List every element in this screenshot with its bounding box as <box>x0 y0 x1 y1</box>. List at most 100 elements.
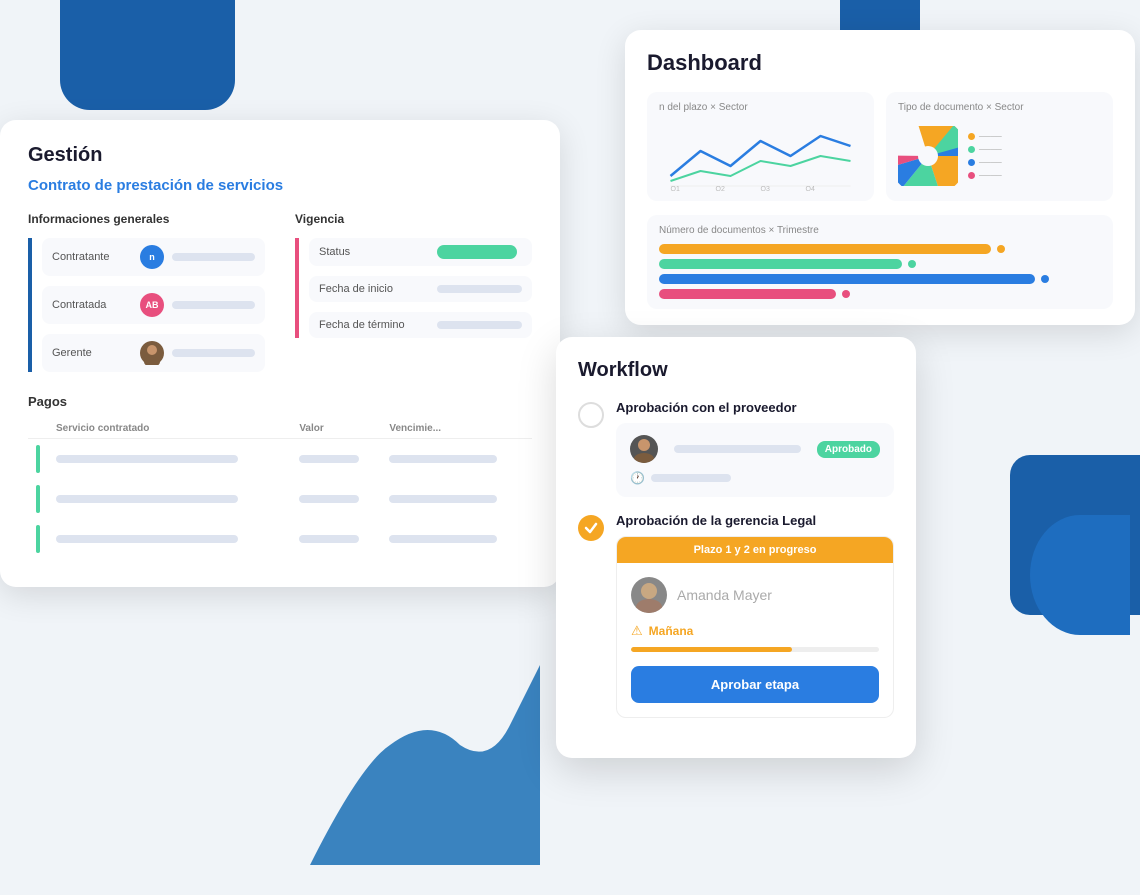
status-label: Status <box>319 246 429 258</box>
contract-name: Contrato de prestación de servicios <box>28 177 532 194</box>
col-header-valor: Valor <box>291 419 381 439</box>
gestion-sections: Informaciones generales Contratante n Co… <box>28 212 532 372</box>
step-2-content: Aprobación de la gerencia Legal Plazo 1 … <box>616 513 894 718</box>
row-indicator-3 <box>36 525 40 553</box>
contratada-label: Contratada <box>52 299 132 311</box>
col-header-servicio: Servicio contratado <box>48 419 291 439</box>
row-servicio-1 <box>56 455 238 463</box>
user-row: Amanda Mayer <box>617 577 893 613</box>
contratada-avatar: AB <box>140 293 164 317</box>
fecha-inicio-row: Fecha de inicio <box>309 276 532 302</box>
decorative-blob-mid-right <box>1030 515 1130 635</box>
step-1-name: Aprobación con el proveedor <box>616 400 894 415</box>
progress-header: Plazo 1 y 2 en progreso <box>617 537 893 563</box>
gerente-label: Gerente <box>52 347 132 359</box>
warning-icon: ⚠ <box>631 623 643 639</box>
row-valor-1 <box>299 455 358 463</box>
vigencia-section-title: Vigencia <box>295 212 532 226</box>
svg-text:Q2: Q2 <box>716 186 725 191</box>
svg-text:Q4: Q4 <box>806 186 815 191</box>
workflow-title: Workflow <box>578 359 894 382</box>
fecha-termino-bar <box>437 321 522 329</box>
fecha-inicio-label: Fecha de inicio <box>319 283 429 295</box>
approver-avatar-1 <box>630 435 658 463</box>
warning-row: ⚠ Mañana <box>617 623 893 639</box>
contratada-bar <box>172 301 255 309</box>
contratante-avatar: n <box>140 245 164 269</box>
gerente-row: Gerente <box>42 334 265 372</box>
pagos-title: Pagos <box>28 394 532 409</box>
bar-chart-label: Número de documentos × Trimestre <box>659 225 1101 236</box>
bar-row-1 <box>659 244 1101 254</box>
user-avatar <box>631 577 667 613</box>
pie-chart-area: ──── ──── ──── ──── <box>898 121 1101 191</box>
pie-chart-box: Tipo de documento × Sector ──── ──── ───… <box>886 92 1113 201</box>
row-venc-1 <box>389 455 497 463</box>
status-row: Status <box>309 238 532 266</box>
vigencia-section: Vigencia Status Fecha de inicio Fecha de… <box>295 212 532 372</box>
line-chart-label: n del plazo × Sector <box>659 102 862 113</box>
contratada-row: Contratada AB <box>42 286 265 324</box>
bar-row-4 <box>659 289 1101 299</box>
fecha-inicio-bar <box>437 285 522 293</box>
workflow-step-2: Aprobación de la gerencia Legal Plazo 1 … <box>578 513 894 718</box>
time-row: 🕐 <box>630 471 880 485</box>
gerente-avatar <box>140 341 164 365</box>
row-venc-3 <box>389 535 497 543</box>
gestion-title: Gestión <box>28 144 532 167</box>
charts-top-row: n del plazo × Sector Q1 Q2 Q3 Q4 Tipo de… <box>647 92 1113 201</box>
user-name: Amanda Mayer <box>677 587 772 603</box>
row-valor-2 <box>299 495 358 503</box>
progress-bar-wrap <box>631 647 879 652</box>
approval-row: Aprobado <box>630 435 880 463</box>
svg-text:Q3: Q3 <box>761 186 770 191</box>
time-bar <box>651 474 731 482</box>
bar-row-3 <box>659 274 1101 284</box>
svg-text:Q1: Q1 <box>671 186 680 191</box>
workflow-step-1: Aprobación con el proveedor Aprobado 🕐 <box>578 400 894 497</box>
pie-chart-label: Tipo de documento × Sector <box>898 102 1101 113</box>
step-1-content: Aprobación con el proveedor Aprobado 🕐 <box>616 400 894 497</box>
info-section: Informaciones generales Contratante n Co… <box>28 212 265 372</box>
warning-text: Mañana <box>649 624 694 638</box>
approval-box-1: Aprobado 🕐 <box>616 423 894 497</box>
pagos-row-3 <box>28 519 532 559</box>
pagos-section: Pagos Servicio contratado Valor Vencimie… <box>28 394 532 559</box>
pie-legend: ──── ──── ──── ──── <box>968 132 1002 180</box>
line-chart-area: Q1 Q2 Q3 Q4 <box>659 121 862 191</box>
progress-bar-fill <box>631 647 792 652</box>
row-venc-2 <box>389 495 497 503</box>
step-1-icon <box>578 402 604 428</box>
col-header-indicator <box>28 419 48 439</box>
approved-badge: Aprobado <box>817 441 880 458</box>
dashboard-card: Dashboard n del plazo × Sector Q1 Q2 Q3 … <box>625 30 1135 325</box>
bar-chart-area <box>659 244 1101 299</box>
bar-chart-box: Número de documentos × Trimestre <box>647 215 1113 309</box>
col-header-vencimiento: Vencimie... <box>381 419 532 439</box>
info-section-title: Informaciones generales <box>28 212 265 226</box>
row-indicator-1 <box>36 445 40 473</box>
step-2-name: Aprobación de la gerencia Legal <box>616 513 894 528</box>
info-card-inner: Contratante n Contratada AB Gerente <box>28 238 265 372</box>
line-chart-box: n del plazo × Sector Q1 Q2 Q3 Q4 <box>647 92 874 201</box>
dashboard-title: Dashboard <box>647 50 1113 76</box>
gestion-card: Gestión Contrato de prestación de servic… <box>0 120 560 587</box>
gerente-bar <box>172 349 255 357</box>
workflow-card: Workflow Aprobación con el proveedor Apr… <box>556 337 916 758</box>
fecha-termino-label: Fecha de término <box>319 319 429 331</box>
clock-icon: 🕐 <box>630 471 645 485</box>
check-icon <box>583 520 599 536</box>
pagos-row-2 <box>28 479 532 519</box>
step-2-icon <box>578 515 604 541</box>
approve-etapa-button[interactable]: Aprobar etapa <box>631 666 879 703</box>
row-servicio-3 <box>56 535 238 543</box>
contratante-label: Contratante <box>52 251 132 263</box>
row-indicator-2 <box>36 485 40 513</box>
row-servicio-2 <box>56 495 238 503</box>
bar-row-2 <box>659 259 1101 269</box>
decorative-map-blob <box>310 665 540 865</box>
vigencia-card-inner: Status Fecha de inicio Fecha de término <box>295 238 532 338</box>
contratante-bar <box>172 253 255 261</box>
row-valor-3 <box>299 535 358 543</box>
contratante-row: Contratante n <box>42 238 265 276</box>
